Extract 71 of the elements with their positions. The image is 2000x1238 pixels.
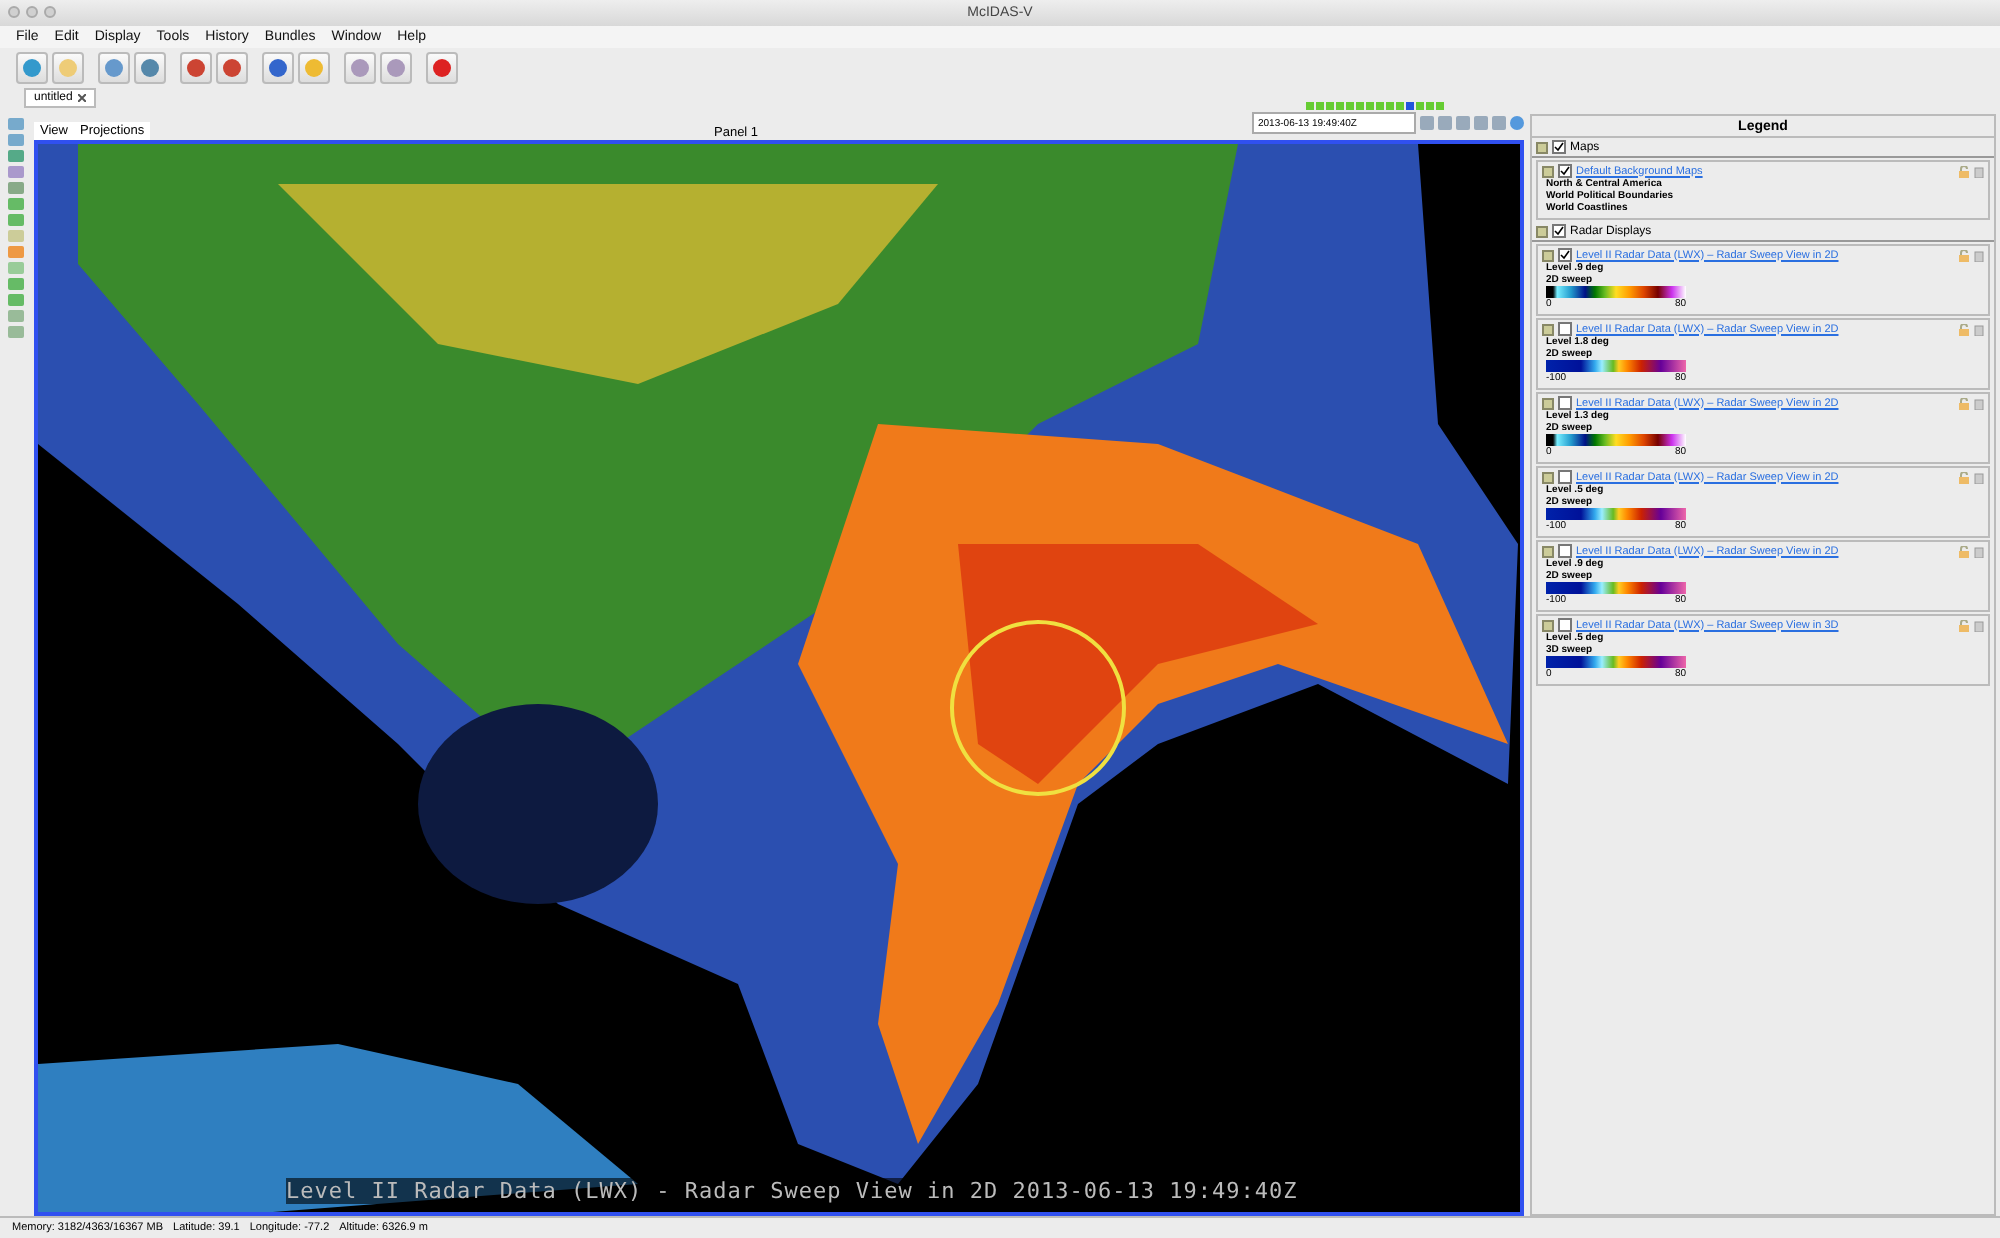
trash-icon[interactable] [1974, 397, 1984, 409]
circle-icon [386, 57, 406, 77]
circle-icon [104, 57, 124, 77]
lock-icon[interactable] [1958, 471, 1970, 483]
visibility-checkbox[interactable] [1558, 248, 1572, 262]
color-scale-bar [1546, 508, 1686, 520]
toolbar-button[interactable] [380, 51, 412, 83]
trash-icon[interactable] [1974, 545, 1984, 557]
trash-icon[interactable] [1974, 323, 1984, 335]
frame-indicator[interactable] [1316, 102, 1324, 110]
visibility-checkbox[interactable] [1558, 470, 1572, 484]
lock-icon[interactable] [1958, 249, 1970, 261]
frame-indicator[interactable] [1366, 102, 1374, 110]
trash-icon[interactable] [1974, 249, 1984, 261]
visibility-checkbox[interactable] [1558, 544, 1572, 558]
circle-icon [350, 57, 370, 77]
lock-icon[interactable] [1958, 165, 1970, 177]
visibility-checkbox[interactable] [1558, 618, 1572, 632]
collapse-icon[interactable] [1542, 397, 1554, 409]
frame-indicator[interactable] [1396, 102, 1404, 110]
circle-icon [222, 57, 242, 77]
color-scale-bar [1546, 434, 1686, 446]
frame-indicator[interactable] [1326, 102, 1334, 110]
toolbar-button[interactable] [262, 51, 294, 83]
info-icon[interactable] [1510, 116, 1524, 130]
toolbar-button[interactable] [216, 51, 248, 83]
collapse-icon[interactable] [1542, 471, 1554, 483]
frame-indicator[interactable] [1306, 102, 1314, 110]
circle-icon [58, 57, 78, 77]
frame-indicator[interactable] [1356, 102, 1364, 110]
visibility-checkbox[interactable] [1558, 164, 1572, 178]
toolbar-button[interactable] [134, 51, 166, 83]
collapse-icon[interactable] [1542, 619, 1554, 631]
circle-icon [304, 57, 324, 77]
color-scale-bar [1546, 656, 1686, 668]
visibility-checkbox[interactable] [1558, 396, 1572, 410]
collapse-icon[interactable] [1542, 545, 1554, 557]
lock-icon[interactable] [1958, 619, 1970, 631]
circle-icon [186, 57, 206, 77]
color-scale-bar [1546, 360, 1686, 372]
toolbar-button[interactable] [98, 51, 130, 83]
color-scale-bar [1546, 286, 1686, 298]
trash-icon[interactable] [1974, 165, 1984, 177]
close-icon[interactable] [78, 94, 87, 102]
circle-icon [268, 57, 288, 77]
lock-icon[interactable] [1958, 397, 1970, 409]
visibility-checkbox[interactable] [1552, 224, 1566, 238]
map-overlay-label: Level II Radar Data (LWX) - Radar Sweep View in 2D 2013-06-13 19:49:40Z [286, 1178, 1298, 1204]
trash-icon[interactable] [1974, 619, 1984, 631]
circle-icon [22, 57, 42, 77]
circle-icon [140, 57, 160, 77]
toolbar-button[interactable] [344, 51, 376, 83]
visibility-checkbox[interactable] [1552, 140, 1566, 154]
frame-indicator[interactable] [1436, 102, 1444, 110]
frame-indicator[interactable] [1416, 102, 1424, 110]
visibility-checkbox[interactable] [1558, 322, 1572, 336]
toolbar-button[interactable] [16, 51, 48, 83]
frame-indicator[interactable] [1426, 102, 1434, 110]
frame-indicator[interactable] [1346, 102, 1354, 110]
toolbar-button[interactable] [426, 51, 458, 83]
color-scale-bar [1546, 582, 1686, 594]
lock-icon[interactable] [1958, 545, 1970, 557]
circle-icon [432, 57, 452, 77]
frame-indicator[interactable] [1386, 102, 1394, 110]
frame-indicator[interactable] [1336, 102, 1344, 110]
lock-icon[interactable] [1958, 323, 1970, 335]
trash-icon[interactable] [1974, 471, 1984, 483]
frame-indicator[interactable] [1376, 102, 1384, 110]
collapse-icon[interactable] [1542, 323, 1554, 335]
frame-indicator[interactable] [1406, 102, 1414, 110]
toolbar-button[interactable] [180, 51, 212, 83]
